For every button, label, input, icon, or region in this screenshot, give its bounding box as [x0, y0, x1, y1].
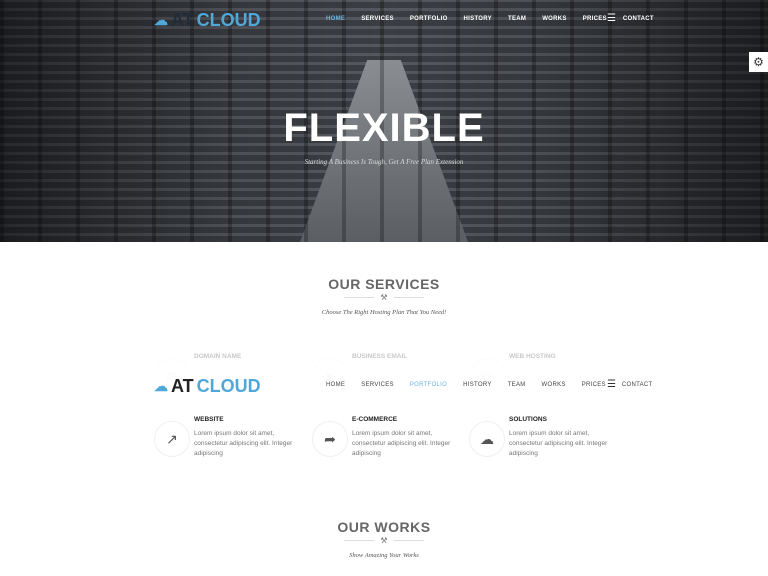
nav-item-home[interactable]: HOME — [326, 382, 345, 388]
nav-item-works[interactable]: WORKS — [542, 382, 566, 388]
cloud-upload-icon: ☁ — [469, 421, 505, 457]
services-title: OUR SERVICES — [328, 276, 440, 292]
top-navbar: ☁ AT CLOUD HOME SERVICES PORTFOLIO HISTORY TEA… — [0, 4, 768, 36]
service-text: Lorem ipsum dolor sit amet, consectetur … — [509, 430, 608, 457]
service-title: E-COMMERCE — [352, 416, 398, 423]
service-text: Lorem ipsum dolor sit amet, consectetur … — [352, 430, 451, 457]
hammer-icon: ⚒ — [0, 293, 768, 302]
nav-item-contact[interactable]: CONTACT — [623, 16, 654, 22]
nav-item-portfolio[interactable]: PORTFOLIO — [410, 382, 447, 388]
logo-text-at: AT — [171, 10, 194, 30]
sticky-navbar: ☁ AT CLOUD HOME SERVICES PORTFOLIO HISTORY TEA… — [0, 370, 768, 402]
service-title: SOLUTIONS — [509, 416, 547, 423]
external-link-icon: ↗ — [154, 421, 190, 457]
nav-item-services[interactable]: SERVICES — [361, 382, 394, 388]
nav-item-history[interactable]: HISTORY — [464, 16, 492, 22]
service-title: BUSINESS EMAIL — [352, 353, 408, 360]
nav-item-team[interactable]: TEAM — [508, 16, 526, 22]
top-menu: HOME SERVICES PORTFOLIO HISTORY TEAM WORKS PRI… — [326, 16, 670, 22]
nav-item-history[interactable]: HISTORY — [463, 382, 492, 388]
hammer-icon: ⚒ — [0, 536, 768, 545]
service-title: WEB HOSTING — [509, 353, 556, 360]
cloud-house-icon: ☁ — [154, 12, 168, 28]
nav-item-services[interactable]: SERVICES — [361, 16, 394, 22]
hamburger-icon[interactable]: ☰ — [607, 379, 616, 390]
hamburger-icon[interactable]: ☰ — [607, 13, 616, 24]
nav-item-team[interactable]: TEAM — [508, 382, 526, 388]
service-title: DOMAIN NAME — [194, 353, 242, 360]
logo-text-cloud: CLOUD — [196, 376, 261, 396]
nav-item-prices[interactable]: PRICES — [583, 16, 607, 22]
logo-text-cloud: CLOUD — [196, 10, 261, 30]
nav-item-home[interactable]: HOME — [326, 16, 345, 22]
service-title: WEBSITE — [194, 416, 224, 423]
works-title: OUR WORKS — [337, 519, 431, 535]
works-subtitle: Show Amazing Your Works — [349, 552, 419, 559]
cloud-house-icon: ☁ — [154, 378, 168, 394]
nav-item-works[interactable]: WORKS — [542, 16, 567, 22]
sticky-menu: HOME SERVICES PORTFOLIO HISTORY TEAM WORKS PRI… — [326, 382, 669, 388]
hero-title: FLEXIBLE — [283, 106, 485, 150]
service-text: Lorem ipsum dolor sit amet, consectetur … — [194, 430, 293, 457]
nav-item-prices[interactable]: PRICES — [582, 382, 606, 388]
gear-icon[interactable]: ⚙ — [749, 52, 768, 72]
logo[interactable]: ☁ AT CLOUD — [154, 10, 261, 31]
hero-subtitle: Starting A Business Is Tough, Get A Free… — [304, 158, 464, 166]
nav-item-contact[interactable]: CONTACT — [622, 382, 653, 388]
logo[interactable]: ☁ AT CLOUD — [154, 376, 261, 397]
nav-item-portfolio[interactable]: PORTFOLIO — [410, 16, 448, 22]
share-icon: ➦ — [312, 421, 348, 457]
logo-text-at: AT — [171, 376, 194, 396]
services-subtitle: Choose The Right Hosting Plan That You N… — [321, 309, 447, 316]
